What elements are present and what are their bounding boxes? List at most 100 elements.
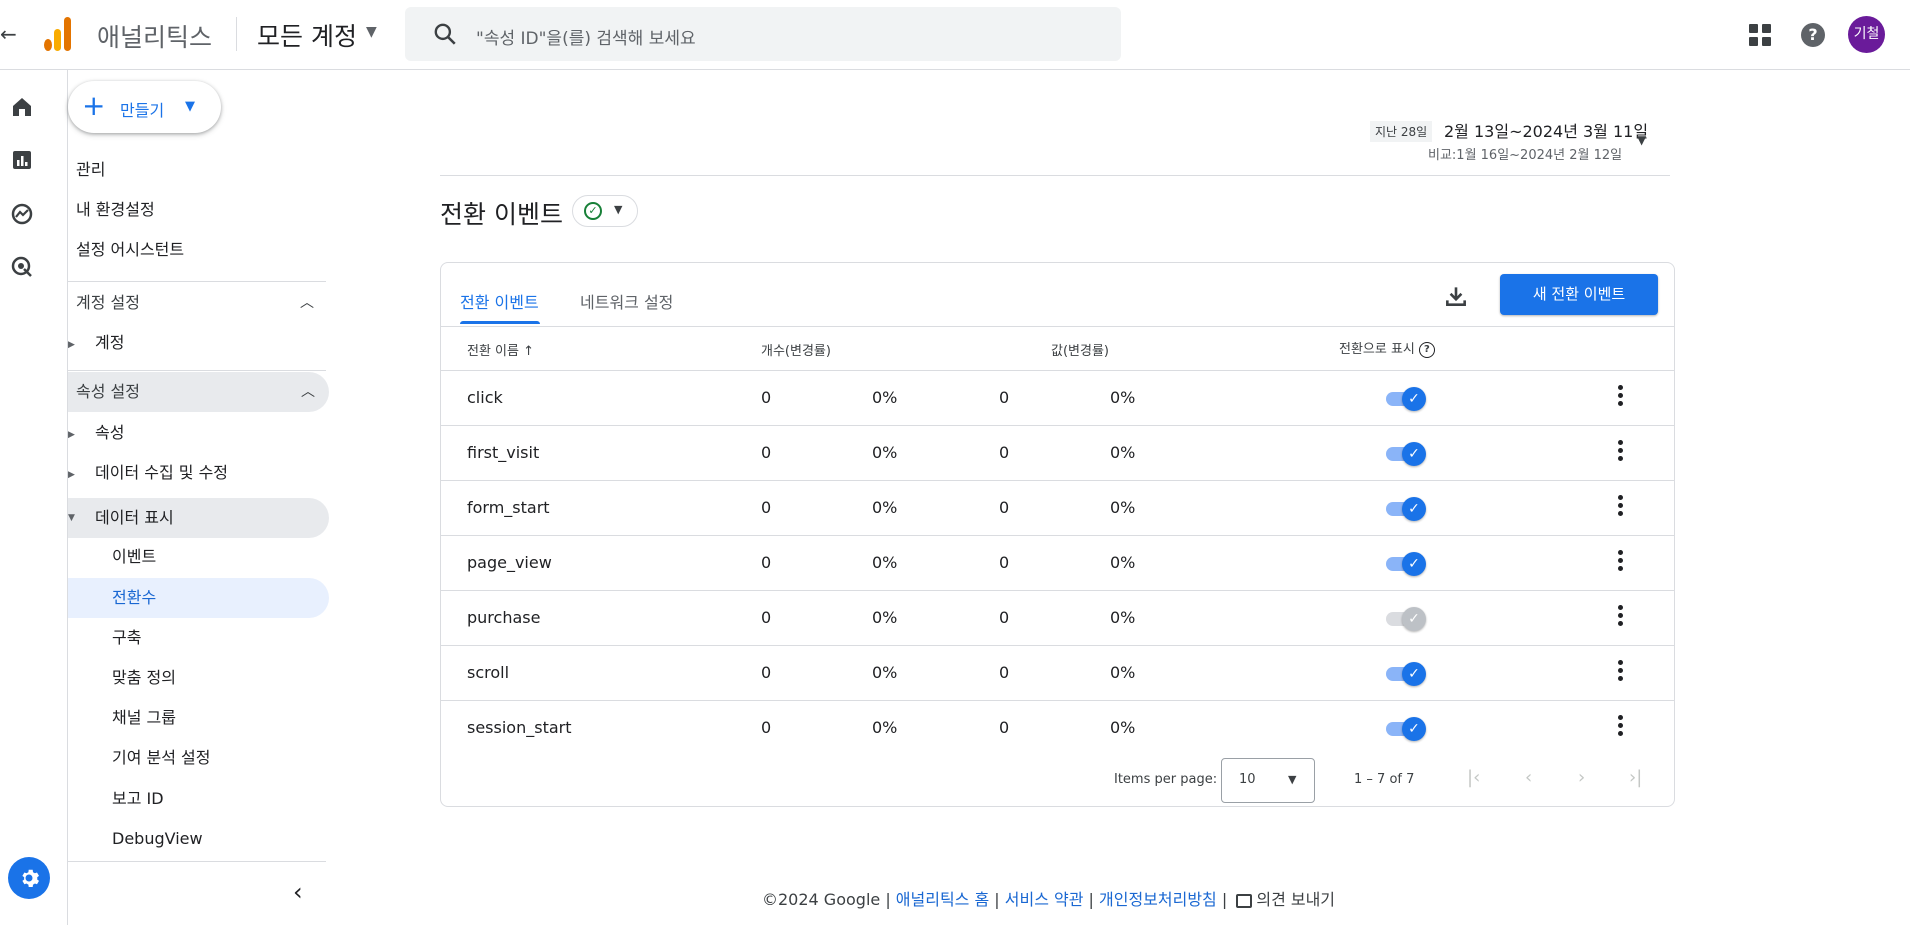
date-range-picker[interactable]: 지난 28일 2월 13일~2024년 3월 11일 비교:1월 16일~202… (1370, 118, 1670, 168)
tab-conversion-events[interactable]: 전환 이벤트 (460, 289, 539, 313)
cell-value: 0 (999, 443, 1010, 462)
page-title: 전환 이벤트 (440, 200, 563, 229)
nav-my-preferences[interactable]: 내 환경설정 (76, 190, 155, 230)
cell-value-change: 0% (1110, 553, 1136, 572)
account-settings-section[interactable]: 계정 설정 ︿ (68, 283, 328, 323)
nav-channel-groups[interactable]: 채널 그룹 (112, 698, 176, 738)
avatar[interactable]: 기철 (1848, 16, 1885, 53)
more-vert-icon[interactable] (1616, 385, 1624, 411)
expand-arrow-icon[interactable]: ▶ (68, 470, 75, 480)
mark-as-conversion-toggle[interactable]: ✓ (1384, 497, 1426, 521)
pager-range: 1 – 7 of 7 (1354, 772, 1415, 787)
nav-data-collection[interactable]: 데이터 수집 및 수정 (95, 453, 228, 493)
link-analytics-home[interactable]: 애널리틱스 홈 (896, 890, 989, 909)
nav-conversions[interactable]: 전환수 (68, 578, 329, 618)
header-name[interactable]: 전환 이름 ↑ (467, 340, 534, 359)
feedback-icon[interactable] (1236, 893, 1253, 908)
nav-reporting-identity[interactable]: 보고 ID (112, 779, 164, 819)
link-terms[interactable]: 서비스 약관 (1005, 890, 1084, 909)
collapse-sidebar-icon[interactable]: ‹ (293, 878, 303, 906)
check-icon: ✓ (1402, 717, 1426, 741)
feedback-link[interactable]: 의견 보내기 (1256, 890, 1335, 909)
nav-setup-assistant[interactable]: 설정 어시스턴트 (76, 230, 184, 270)
mark-as-conversion-toggle[interactable]: ✓ (1384, 717, 1426, 741)
download-icon[interactable] (1443, 283, 1469, 309)
apps-grid-icon[interactable] (1749, 24, 1771, 46)
cell-name: click (467, 388, 503, 407)
reports-icon[interactable] (10, 148, 34, 172)
mark-as-conversion-toggle[interactable]: ✓ (1384, 442, 1426, 466)
help-icon[interactable]: ? (1801, 23, 1825, 47)
table-row: form_start 0 0% 0 0% ✓ (441, 481, 1674, 536)
last-page-icon[interactable]: ›| (1629, 767, 1642, 788)
nav-audiences[interactable]: 구축 (112, 618, 141, 658)
check-icon: ✓ (1402, 552, 1426, 576)
check-circle-icon: ✓ (584, 202, 602, 220)
status-chip[interactable]: ✓ ▼ (572, 195, 638, 227)
explore-icon[interactable] (10, 202, 34, 226)
expand-arrow-icon[interactable]: ▶ (68, 340, 75, 350)
cell-count: 0 (761, 498, 772, 517)
property-settings-section[interactable]: 속성 설정 ︿ (68, 372, 329, 412)
header-mark: 전환으로 표시? (1339, 338, 1435, 358)
more-vert-icon[interactable] (1616, 715, 1624, 741)
create-button[interactable]: + 만들기 ▼ (68, 81, 221, 133)
search-input[interactable]: "속성 ID"을(를) 검색해 보세요 (476, 24, 696, 49)
items-per-page-select[interactable]: 10 ▼ (1221, 758, 1315, 803)
cell-name: form_start (467, 498, 550, 517)
nav-debugview[interactable]: DebugView (112, 819, 203, 859)
more-vert-icon[interactable] (1616, 550, 1624, 576)
nav-account[interactable]: 계정 (95, 323, 124, 363)
items-per-page-value: 10 (1239, 772, 1256, 787)
collapse-arrow-icon[interactable]: ▼ (68, 513, 75, 523)
link-privacy[interactable]: 개인정보처리방침 (1099, 890, 1217, 909)
help-circle-icon[interactable]: ? (1418, 341, 1435, 358)
mark-as-conversion-toggle[interactable]: ✓ (1384, 552, 1426, 576)
nav-custom-definitions[interactable]: 맞춤 정의 (112, 658, 176, 698)
advertising-icon[interactable] (10, 255, 34, 279)
nav-property[interactable]: 속성 (95, 413, 124, 453)
cell-count-change: 0% (872, 608, 898, 627)
nav-data-display[interactable]: 데이터 표시 (68, 498, 329, 538)
date-caret-icon[interactable]: ▼ (1637, 133, 1646, 147)
plus-icon: + (82, 89, 106, 122)
prev-page-icon[interactable]: ‹ (1525, 767, 1532, 788)
admin-settings-button[interactable] (8, 857, 50, 899)
account-selector[interactable]: 모든 계정 (257, 17, 357, 53)
back-arrow-icon[interactable]: ← (0, 22, 18, 46)
search-bar[interactable]: "속성 ID"을(를) 검색해 보세요 (405, 7, 1121, 61)
table-row: scroll 0 0% 0 0% ✓ (441, 646, 1674, 701)
cell-count-change: 0% (872, 443, 898, 462)
chevron-down-icon: ▼ (1288, 773, 1297, 786)
cell-value-change: 0% (1110, 718, 1136, 737)
next-page-icon[interactable]: › (1578, 767, 1585, 788)
date-preset-chip: 지난 28일 (1370, 121, 1433, 142)
cell-count-change: 0% (872, 718, 898, 737)
account-caret-icon[interactable]: ▼ (366, 24, 377, 40)
items-per-page-label: Items per page: (1114, 772, 1218, 787)
more-vert-icon[interactable] (1616, 495, 1624, 521)
nav-attribution-settings[interactable]: 기여 분석 설정 (112, 738, 211, 778)
cell-count: 0 (761, 553, 772, 572)
mark-as-conversion-toggle[interactable]: ✓ (1384, 607, 1426, 631)
cell-value-change: 0% (1110, 663, 1136, 682)
first-page-icon[interactable]: |‹ (1467, 767, 1480, 788)
table-row: session_start 0 0% 0 0% ✓ (441, 701, 1674, 756)
mark-as-conversion-toggle[interactable]: ✓ (1384, 387, 1426, 411)
more-vert-icon[interactable] (1616, 440, 1624, 466)
expand-arrow-icon[interactable]: ▶ (68, 430, 75, 440)
tab-network-settings[interactable]: 네트워크 설정 (580, 289, 673, 313)
mark-as-conversion-toggle[interactable]: ✓ (1384, 662, 1426, 686)
nav-admin[interactable]: 관리 (76, 150, 105, 190)
more-vert-icon[interactable] (1616, 605, 1624, 631)
create-label: 만들기 (120, 101, 165, 120)
app-name: 애널리틱스 (97, 23, 213, 52)
new-conversion-event-button[interactable]: 새 전환 이벤트 (1500, 274, 1658, 315)
cell-count-change: 0% (872, 663, 898, 682)
more-vert-icon[interactable] (1616, 660, 1624, 686)
nav-events[interactable]: 이벤트 (112, 537, 156, 577)
analytics-logo[interactable] (44, 15, 74, 51)
home-icon[interactable] (10, 95, 34, 119)
divider (68, 861, 326, 862)
left-rail (0, 70, 68, 925)
